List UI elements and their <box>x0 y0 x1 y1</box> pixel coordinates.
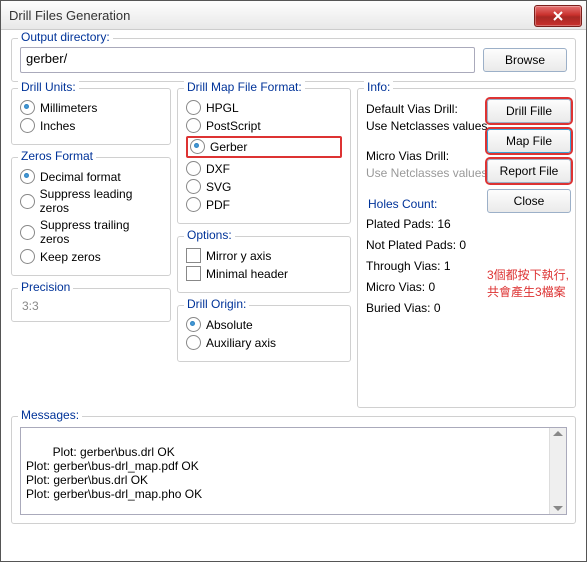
radio-label: HPGL <box>206 101 239 115</box>
titlebar: Drill Files Generation <box>1 1 586 30</box>
radio-gerber[interactable]: Gerber <box>186 136 342 158</box>
radio-label: Millimeters <box>40 101 97 115</box>
checkbox-icon <box>186 248 201 263</box>
radio-auxiliary-axis[interactable]: Auxiliary axis <box>186 335 342 350</box>
radio-icon <box>186 197 201 212</box>
radio-label: DXF <box>206 162 230 176</box>
radio-hpgl[interactable]: HPGL <box>186 100 342 115</box>
close-button[interactable]: Close <box>487 189 571 213</box>
columns: Drill Units: Millimeters Inches Zeros Fo… <box>11 88 576 414</box>
radio-decimal-format[interactable]: Decimal format <box>20 169 162 184</box>
radio-label: SVG <box>206 180 231 194</box>
messages-textarea[interactable]: Plot: gerber\bus.drl OK Plot: gerber\bus… <box>20 427 567 515</box>
middle-column: Drill Map File Format: HPGL PostScript G… <box>177 88 351 414</box>
radio-icon <box>20 169 35 184</box>
messages-text: Plot: gerber\bus.drl OK Plot: gerber\bus… <box>26 445 202 501</box>
radio-icon <box>186 161 201 176</box>
drill-units-legend: Drill Units: <box>18 80 79 94</box>
radio-icon <box>20 194 35 209</box>
messages-legend: Messages: <box>18 408 82 422</box>
radio-label: PostScript <box>206 119 261 133</box>
checkbox-icon <box>186 266 201 281</box>
check-minimal-header[interactable]: Minimal header <box>186 266 342 281</box>
map-format-group: Drill Map File Format: HPGL PostScript G… <box>177 88 351 224</box>
radio-millimeters[interactable]: Millimeters <box>20 100 162 115</box>
check-label: Mirror y axis <box>206 249 271 263</box>
radio-pdf[interactable]: PDF <box>186 197 342 212</box>
drill-units-group: Drill Units: Millimeters Inches <box>11 88 171 145</box>
options-legend: Options: <box>184 228 235 242</box>
radio-icon <box>190 139 205 154</box>
scroll-down-icon <box>553 506 563 511</box>
radio-absolute[interactable]: Absolute <box>186 317 342 332</box>
radio-icon <box>20 249 35 264</box>
radio-label: Absolute <box>206 318 253 332</box>
dialog-window: Drill Files Generation Output directory:… <box>0 0 587 562</box>
precision-value: 3:3 <box>20 297 162 313</box>
output-directory-input[interactable]: gerber/ <box>20 47 475 73</box>
annotation-text: 3個都按下執行, 共會產生3檔案 <box>487 267 569 301</box>
radio-label: Keep zeros <box>40 250 101 264</box>
messages-group: Messages: Plot: gerber\bus.drl OK Plot: … <box>11 416 576 524</box>
radio-suppress-trailing[interactable]: Suppress trailing zeros <box>20 218 162 246</box>
radio-icon <box>20 118 35 133</box>
radio-icon <box>186 179 201 194</box>
radio-label: Suppress leading zeros <box>40 187 162 215</box>
browse-button[interactable]: Browse <box>483 48 567 72</box>
close-icon <box>553 11 563 21</box>
annotation-line1: 3個都按下執行, <box>487 267 569 284</box>
micro-vias-label: Micro Vias Drill: <box>366 149 449 163</box>
default-vias-label: Default Vias Drill: <box>366 102 458 116</box>
output-directory-legend: Output directory: <box>18 30 113 44</box>
use-netclasses-2: Use Netclasses values <box>366 166 487 180</box>
window-title: Drill Files Generation <box>9 8 534 23</box>
drill-origin-group: Drill Origin: Absolute Auxiliary axis <box>177 305 351 362</box>
radio-svg[interactable]: SVG <box>186 179 342 194</box>
output-directory-group: Output directory: gerber/ Browse <box>11 38 576 82</box>
map-file-button[interactable]: Map File <box>487 129 571 153</box>
annotation-line2: 共會產生3檔案 <box>487 284 569 301</box>
use-netclasses-1: Use Netclasses values <box>366 119 487 133</box>
window-close-button[interactable] <box>534 5 582 27</box>
precision-legend: Precision <box>18 280 73 294</box>
options-group: Options: Mirror y axis Minimal header <box>177 236 351 293</box>
radio-suppress-leading[interactable]: Suppress leading zeros <box>20 187 162 215</box>
dialog-content: Output directory: gerber/ Browse Drill U… <box>1 30 586 561</box>
map-format-legend: Drill Map File Format: <box>184 80 305 94</box>
radio-label: PDF <box>206 198 230 212</box>
precision-group: Precision 3:3 <box>11 288 171 322</box>
holes-not-plated-pads: Not Plated Pads: 0 <box>366 238 567 252</box>
radio-icon <box>186 100 201 115</box>
radio-icon <box>186 118 201 133</box>
zeros-format-group: Zeros Format Decimal format Suppress lea… <box>11 157 171 276</box>
info-group: Info: Default Vias Drill: Use Netclasses… <box>357 88 576 408</box>
check-label: Minimal header <box>206 267 288 281</box>
report-file-button[interactable]: Report File <box>487 159 571 183</box>
radio-icon <box>186 317 201 332</box>
holes-buried-vias: Buried Vias: 0 <box>366 301 567 315</box>
origin-legend: Drill Origin: <box>184 297 249 311</box>
radio-label: Inches <box>40 119 75 133</box>
radio-keep-zeros[interactable]: Keep zeros <box>20 249 162 264</box>
scroll-up-icon <box>553 431 563 436</box>
radio-postscript[interactable]: PostScript <box>186 118 342 133</box>
radio-icon <box>20 225 35 240</box>
radio-label: Suppress trailing zeros <box>40 218 162 246</box>
drill-file-button[interactable]: Drill Fille <box>487 99 571 123</box>
left-column: Drill Units: Millimeters Inches Zeros Fo… <box>11 88 171 414</box>
radio-inches[interactable]: Inches <box>20 118 162 133</box>
radio-label: Gerber <box>210 140 247 154</box>
scrollbar[interactable] <box>549 428 566 514</box>
radio-icon <box>20 100 35 115</box>
radio-dxf[interactable]: DXF <box>186 161 342 176</box>
info-legend: Info: <box>364 80 393 94</box>
radio-icon <box>186 335 201 350</box>
check-mirror-y[interactable]: Mirror y axis <box>186 248 342 263</box>
radio-label: Auxiliary axis <box>206 336 276 350</box>
right-column: Info: Default Vias Drill: Use Netclasses… <box>357 88 576 414</box>
zeros-legend: Zeros Format <box>18 149 96 163</box>
radio-label: Decimal format <box>40 170 121 184</box>
holes-plated-pads: Plated Pads: 16 <box>366 217 567 231</box>
